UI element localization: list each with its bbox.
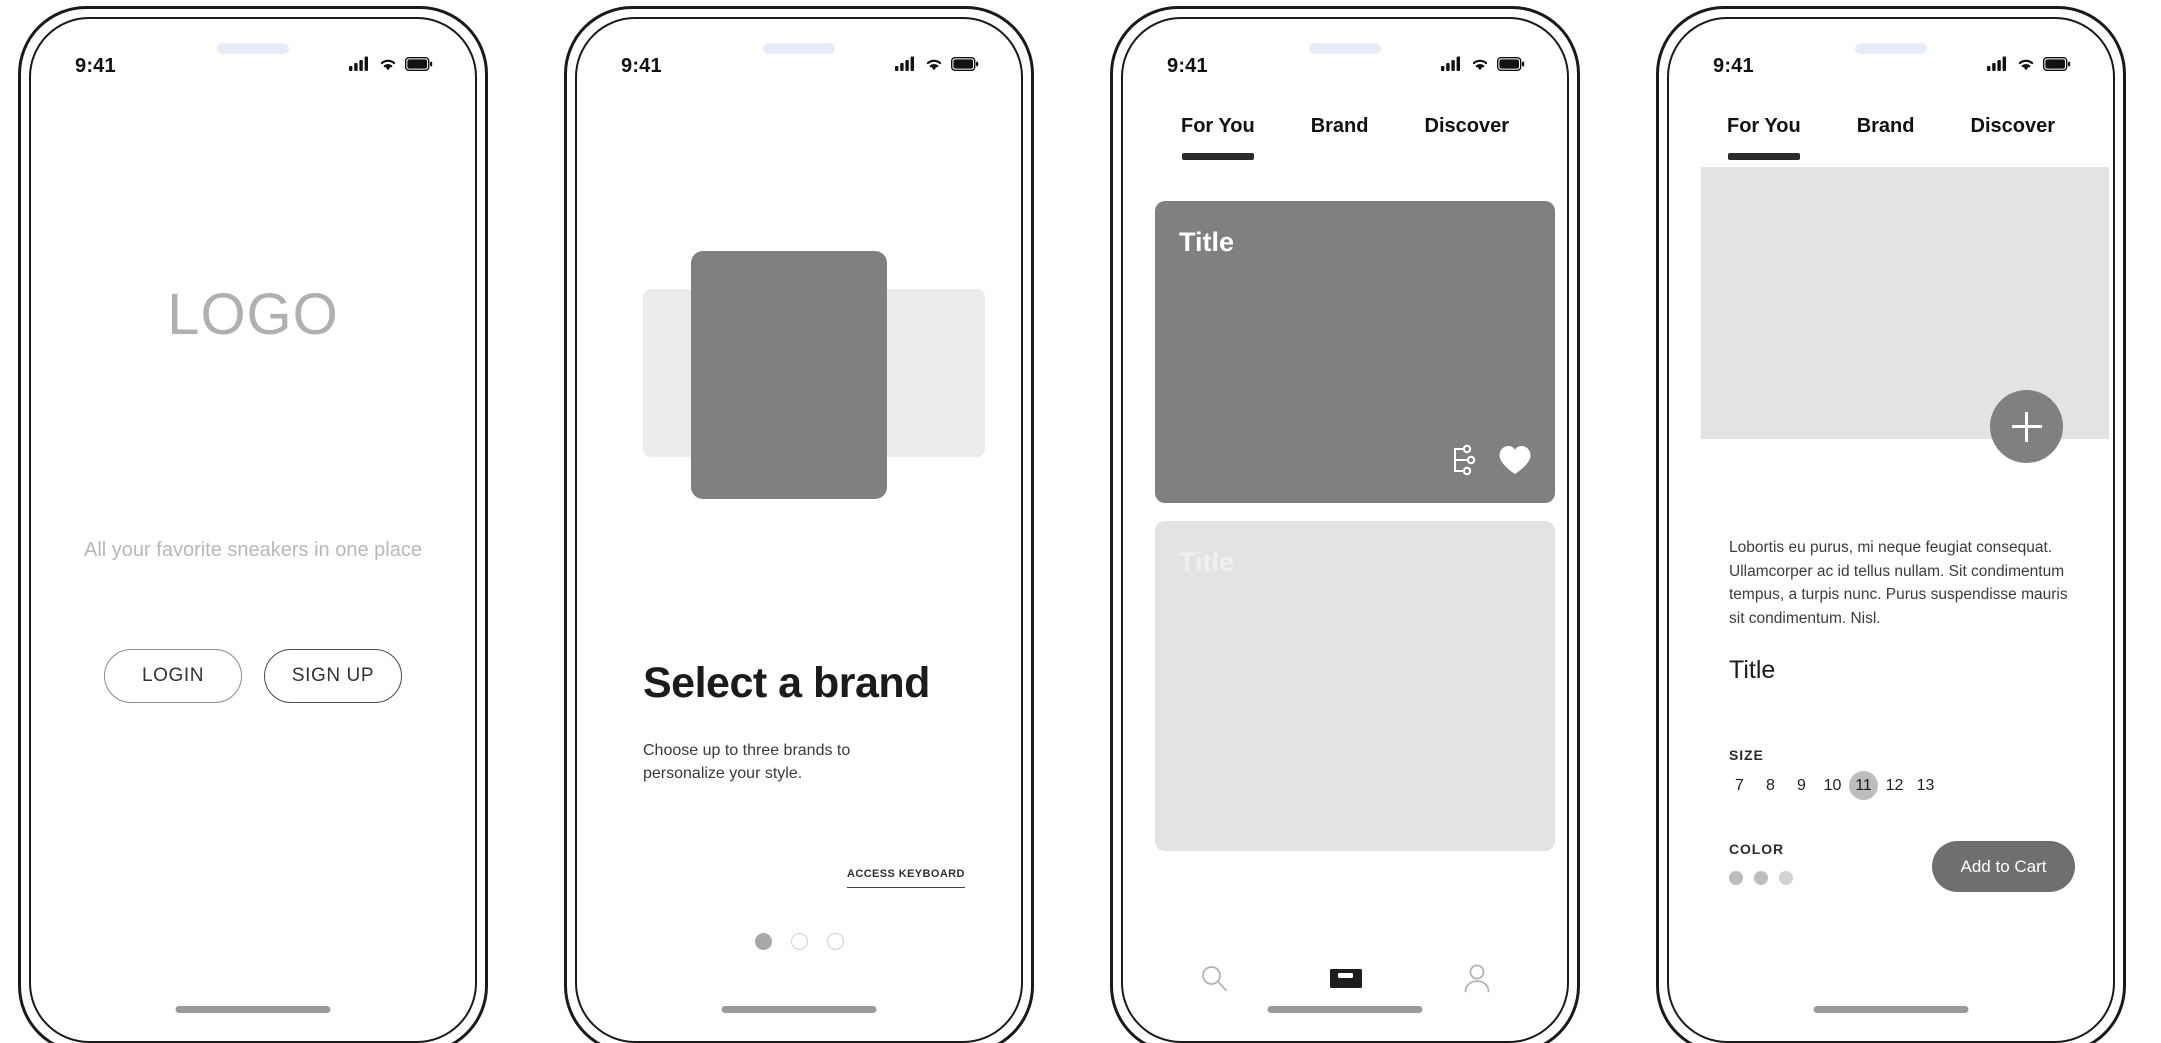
pagination-dot-1[interactable]	[754, 933, 772, 950]
status-icons	[349, 56, 433, 76]
screen-product-detail: 9:41 For You Brand Discover Lobortis eu …	[1673, 23, 2109, 1037]
size-option-10[interactable]: 10	[1818, 771, 1847, 800]
pagination-dots	[581, 933, 1017, 950]
status-icons	[1441, 56, 1525, 76]
feed-card-title: Title	[1179, 547, 1235, 577]
wifi-icon	[1470, 56, 1490, 76]
phone-bezel: 9:41 Select a brand Choose up to three b…	[575, 17, 1023, 1043]
status-bar: 9:41	[35, 23, 471, 85]
pagination-dot-2[interactable]	[790, 933, 808, 950]
size-option-12[interactable]: 12	[1880, 771, 1909, 800]
feed-tabbar: For You Brand Discover	[1127, 115, 1563, 160]
access-keyboard-link[interactable]: ACCESS KEYBOARD	[847, 868, 965, 888]
signal-icon	[349, 56, 371, 76]
add-to-cart-button[interactable]: Add to Cart	[1932, 841, 2075, 892]
home-indicator[interactable]	[721, 1006, 877, 1013]
tab-brand[interactable]: Brand	[1311, 115, 1369, 160]
auth-button-row: LOGIN SIGN UP	[35, 649, 471, 703]
feed-card-actions	[1450, 444, 1533, 481]
size-option-7[interactable]: 7	[1725, 771, 1754, 800]
wallet-icon[interactable]	[1329, 965, 1363, 991]
home-indicator[interactable]	[1267, 1006, 1423, 1013]
screen-select-brand: 9:41 Select a brand Choose up to three b…	[581, 23, 1017, 1037]
size-label: SIZE	[1729, 747, 1764, 763]
profile-icon[interactable]	[1463, 963, 1491, 993]
tab-discover[interactable]: Discover	[1971, 115, 2056, 160]
bottom-navigation	[1127, 949, 1563, 1007]
share-icon[interactable]	[1450, 444, 1480, 481]
phone-bezel: 9:41 For You Bra	[1121, 17, 1569, 1043]
tab-for-you[interactable]: For You	[1181, 115, 1255, 160]
color-swatch-1[interactable]	[1729, 871, 1743, 885]
page-title: Select a brand	[643, 659, 930, 707]
brand-card-foreground[interactable]	[691, 251, 887, 499]
size-option-11[interactable]: 11	[1849, 771, 1878, 800]
page-subtitle: Choose up to three brands to personalize…	[643, 742, 851, 783]
login-button[interactable]: LOGIN	[104, 649, 242, 703]
size-option-8[interactable]: 8	[1756, 771, 1785, 800]
size-selector: 7 8 9 10 11 12 13	[1725, 771, 1940, 800]
phone-frame-onboarding: 9:41 Select a brand Choose up to three b…	[564, 6, 1034, 1043]
phone-frame-splash: 9:41 LOGO All your favorite sneakers in …	[18, 6, 488, 1043]
app-logo: LOGO	[167, 282, 339, 347]
phone-frame-feed: 9:41 For You Brand Discover Title Title	[1110, 6, 1580, 1043]
product-description: Lobortis eu purus, mi neque feugiat cons…	[1729, 539, 2068, 627]
size-option-13[interactable]: 13	[1911, 771, 1940, 800]
add-floating-button[interactable]	[1990, 390, 2063, 463]
product-title: Title	[1729, 656, 1776, 684]
status-icons	[1987, 56, 2071, 76]
feed-card-secondary[interactable]: Title	[1155, 521, 1555, 851]
screen-feed: 9:41 For You Brand Discover Title Title	[1127, 23, 1563, 1037]
phone-bezel: 9:41 LOGO All your favorite sneakers in …	[29, 17, 477, 1043]
phone-bezel: 9:41 For You Bra	[1667, 17, 2115, 1043]
status-time: 9:41	[621, 54, 662, 77]
color-swatch-2[interactable]	[1754, 871, 1768, 885]
wifi-icon	[924, 56, 944, 76]
feed-card-primary[interactable]: Title	[1155, 201, 1555, 503]
battery-icon	[404, 56, 433, 76]
status-bar: 9:41	[581, 23, 1017, 85]
heart-icon[interactable]	[1497, 444, 1533, 481]
status-bar: 9:41	[1673, 23, 2109, 85]
wifi-icon	[2016, 56, 2036, 76]
search-icon[interactable]	[1199, 963, 1229, 993]
status-time: 9:41	[75, 54, 116, 77]
status-time: 9:41	[1713, 54, 1754, 77]
wifi-icon	[378, 56, 398, 76]
home-indicator[interactable]	[1813, 1006, 1969, 1013]
tab-discover[interactable]: Discover	[1425, 115, 1510, 160]
color-label: COLOR	[1729, 841, 1785, 857]
color-swatch-3[interactable]	[1779, 871, 1793, 885]
size-option-9[interactable]: 9	[1787, 771, 1816, 800]
color-selector	[1729, 871, 1793, 885]
detail-tabbar: For You Brand Discover	[1673, 115, 2109, 160]
tagline: All your favorite sneakers in one place	[84, 539, 422, 561]
pagination-dot-3[interactable]	[826, 933, 844, 950]
signal-icon	[895, 56, 917, 76]
battery-icon	[950, 56, 979, 76]
tab-for-you[interactable]: For You	[1727, 115, 1801, 160]
battery-icon	[2042, 56, 2071, 76]
tab-brand[interactable]: Brand	[1857, 115, 1915, 160]
signal-icon	[1987, 56, 2009, 76]
signal-icon	[1441, 56, 1463, 76]
feed-card-title: Title	[1179, 227, 1235, 257]
signup-button[interactable]: SIGN UP	[264, 649, 402, 703]
phone-frame-product-detail: 9:41 For You Brand Discover Lobortis eu …	[1656, 6, 2126, 1043]
home-indicator[interactable]	[175, 1006, 331, 1013]
plus-icon	[2011, 411, 2042, 442]
status-bar: 9:41	[1127, 23, 1563, 85]
brand-card-stack	[581, 251, 1017, 499]
status-icons	[895, 56, 979, 76]
status-time: 9:41	[1167, 54, 1208, 77]
wireframe-canvas: 9:41 LOGO All your favorite sneakers in …	[0, 0, 2161, 1043]
battery-icon	[1496, 56, 1525, 76]
screen-splash: 9:41 LOGO All your favorite sneakers in …	[35, 23, 471, 1037]
